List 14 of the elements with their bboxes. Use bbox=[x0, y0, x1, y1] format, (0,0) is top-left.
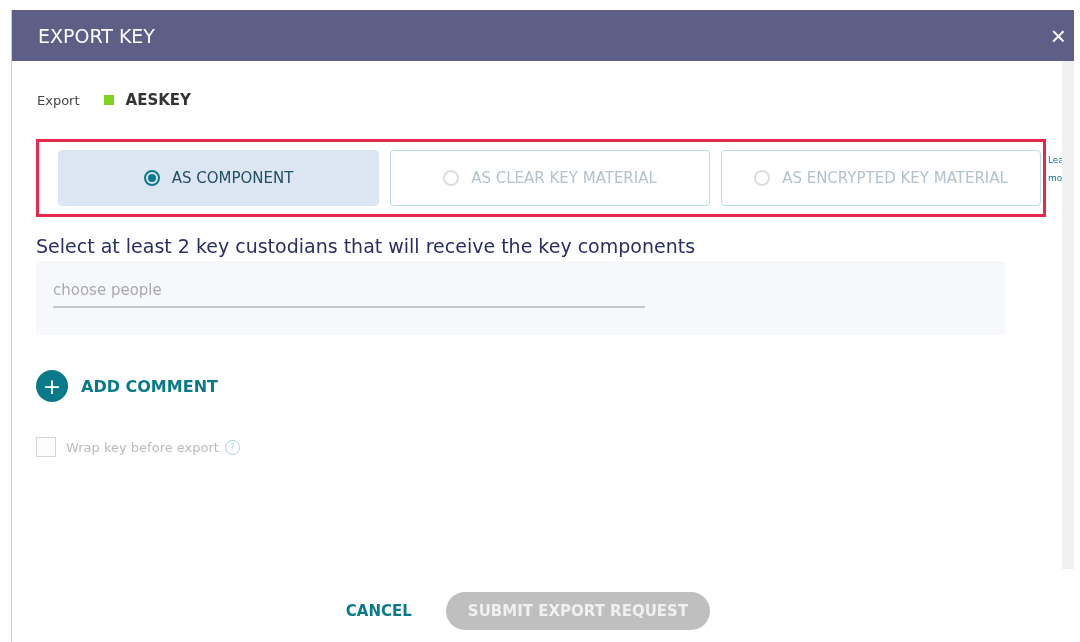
people-field[interactable]: choose people bbox=[53, 277, 645, 308]
export-label: Export bbox=[37, 92, 80, 108]
scrollbar[interactable] bbox=[1062, 61, 1074, 569]
custodians-heading: Select at least 2 key custodians that will receive the key components bbox=[36, 235, 697, 257]
people-picker[interactable]: choose people bbox=[36, 261, 1005, 335]
key-name: AESKEY bbox=[125, 91, 191, 109]
close-button[interactable]: × bbox=[1050, 22, 1066, 49]
dialog-title: EXPORT KEY bbox=[38, 24, 155, 47]
learn-more-link[interactable]: mo bbox=[1048, 173, 1062, 183]
export-option[interactable]: AS COMPONENT bbox=[58, 150, 379, 206]
add-icon[interactable]: + bbox=[36, 370, 68, 402]
wrap-label: Wrap key before export bbox=[66, 439, 219, 455]
add-comment-button[interactable]: ADD COMMENT bbox=[81, 376, 218, 396]
cancel-button[interactable]: CANCEL bbox=[345, 602, 412, 620]
